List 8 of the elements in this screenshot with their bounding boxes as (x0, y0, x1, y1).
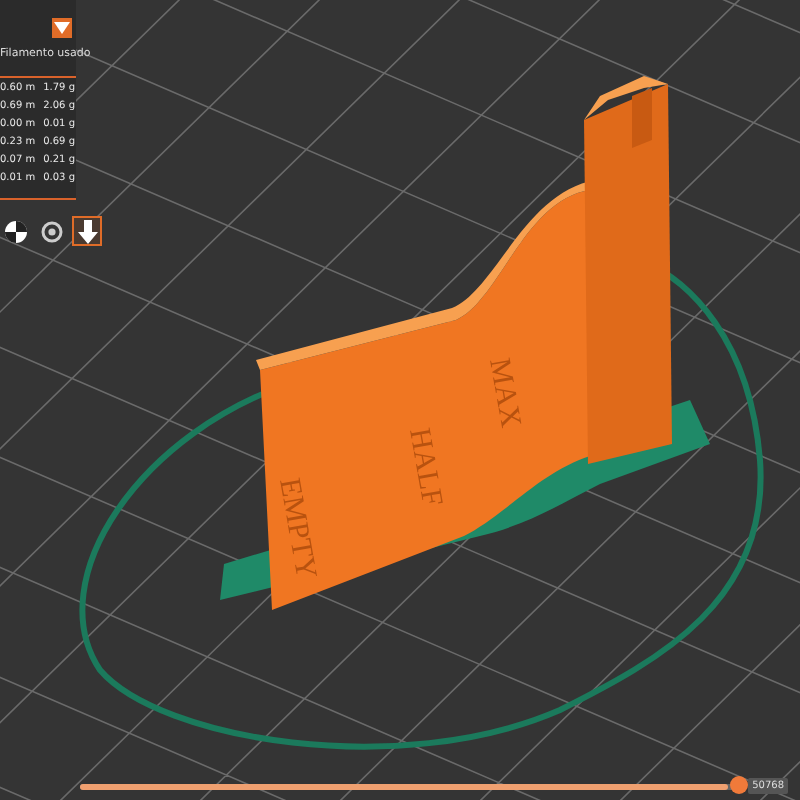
engraved-label: EMPTY (272, 475, 322, 582)
download-icon[interactable] (72, 216, 102, 246)
dropdown-icon[interactable] (52, 18, 72, 38)
engraved-label: HALF (402, 425, 448, 509)
engraved-label: MAX (482, 355, 526, 431)
layer-slider-fill[interactable] (80, 783, 729, 789)
slider-handle[interactable] (730, 776, 749, 794)
shading-icon[interactable] (0, 216, 30, 246)
